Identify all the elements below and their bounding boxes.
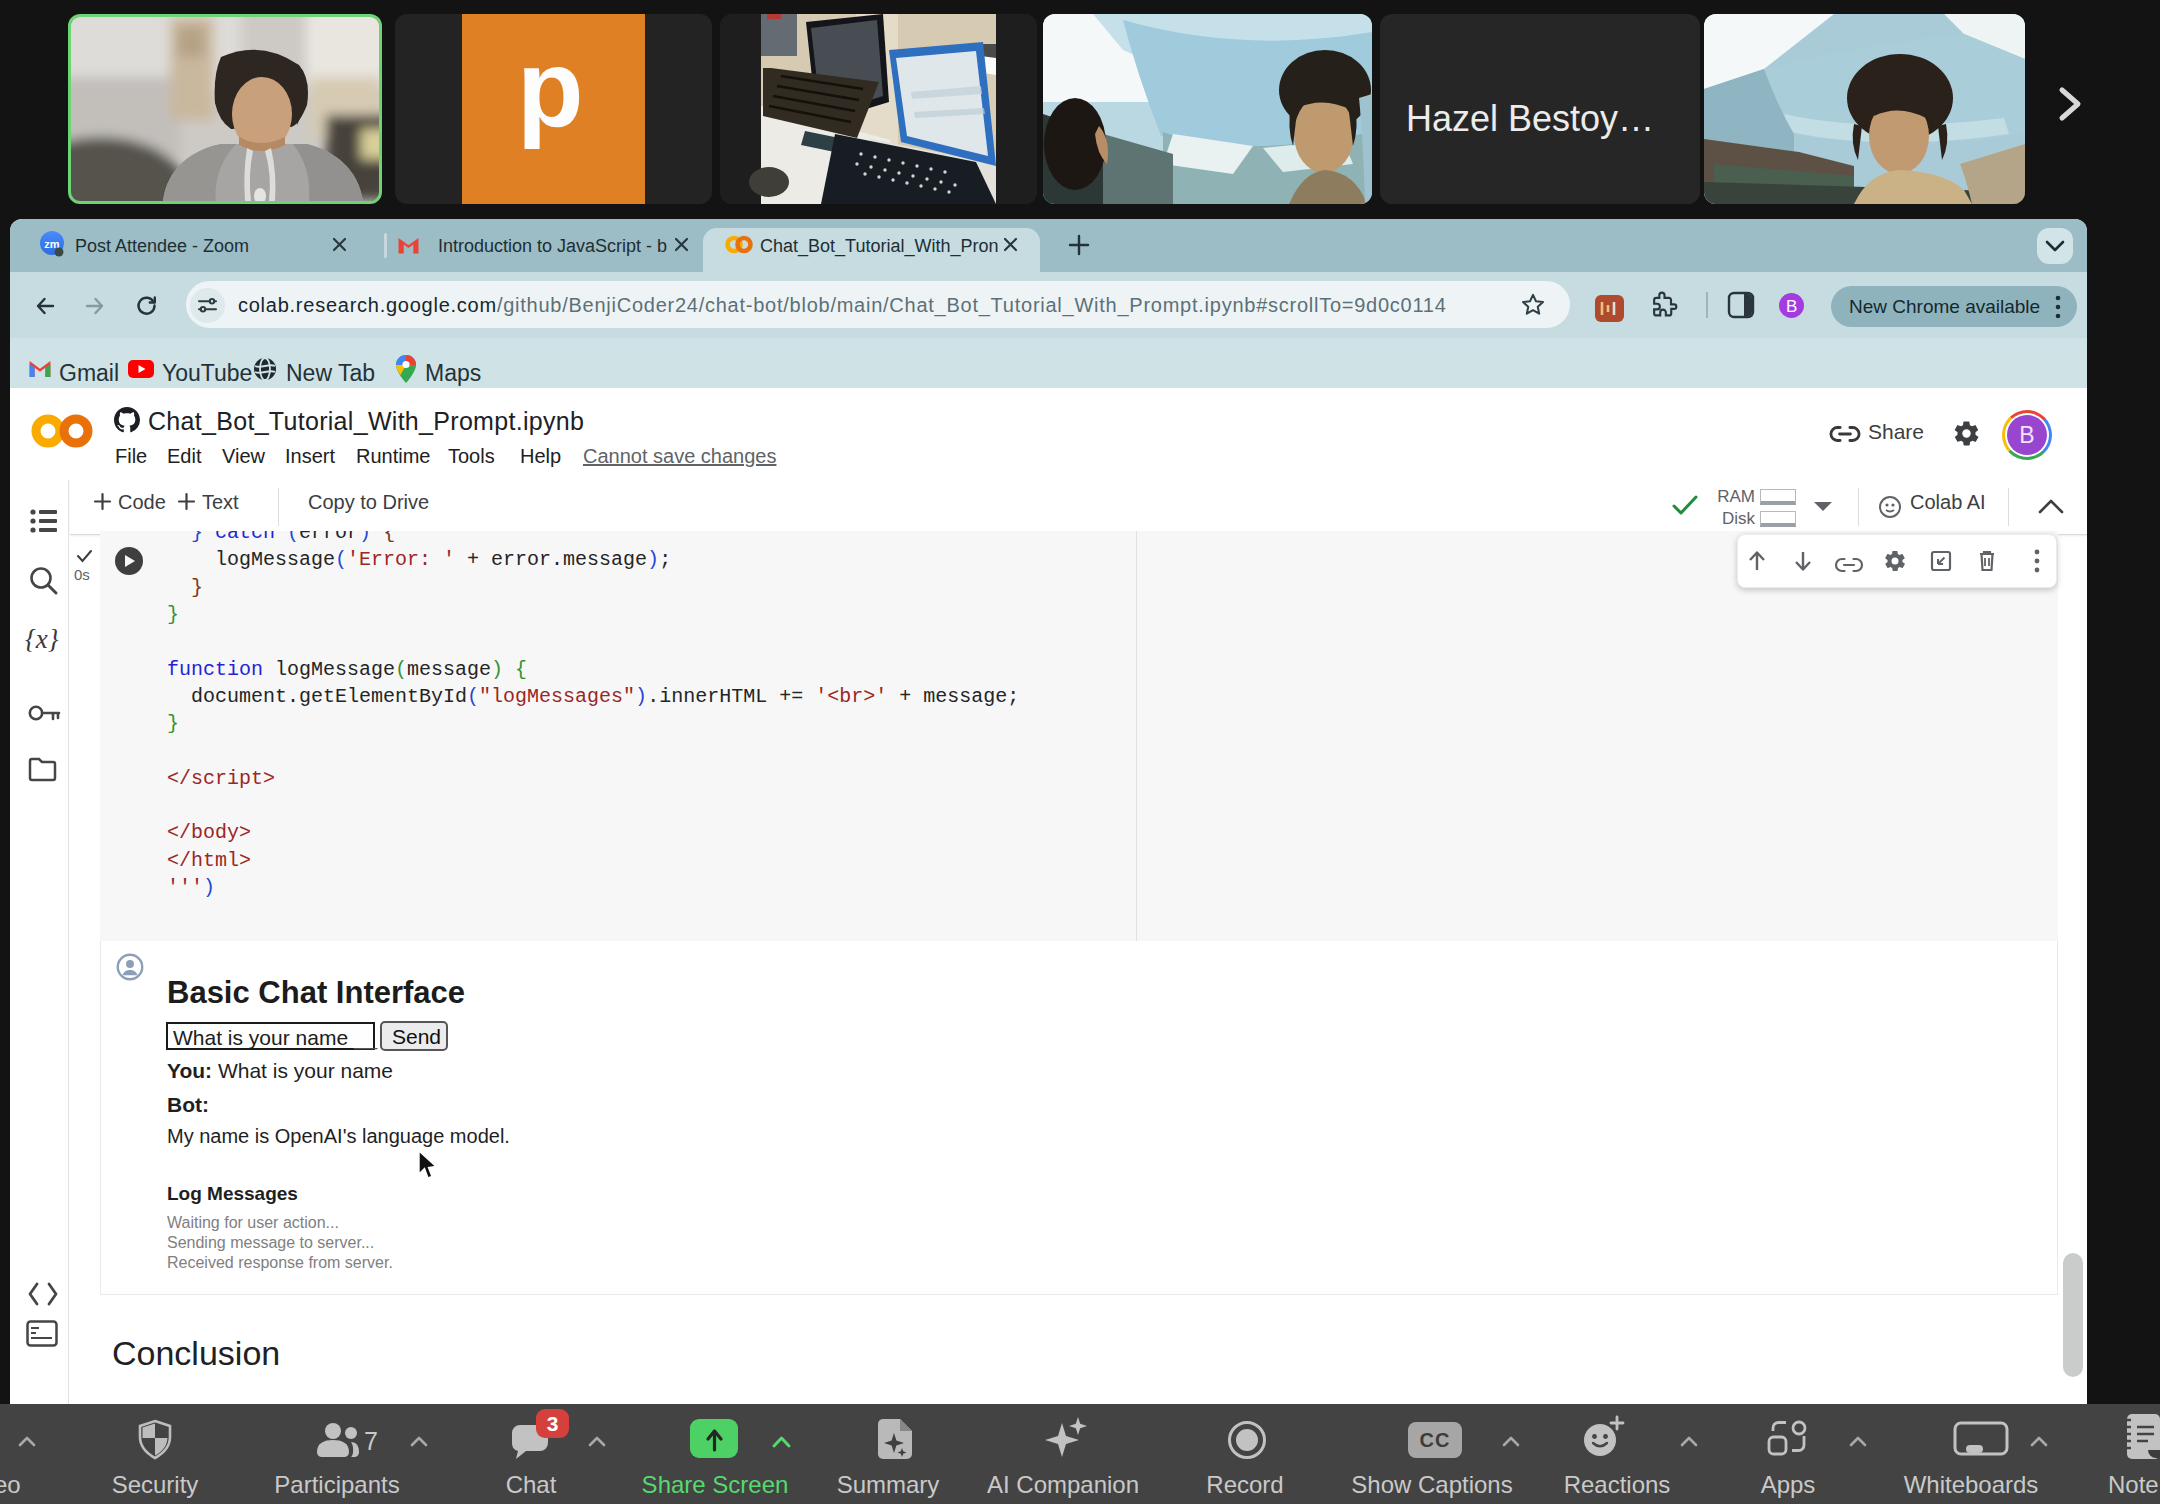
svg-text:zm: zm xyxy=(44,238,60,250)
